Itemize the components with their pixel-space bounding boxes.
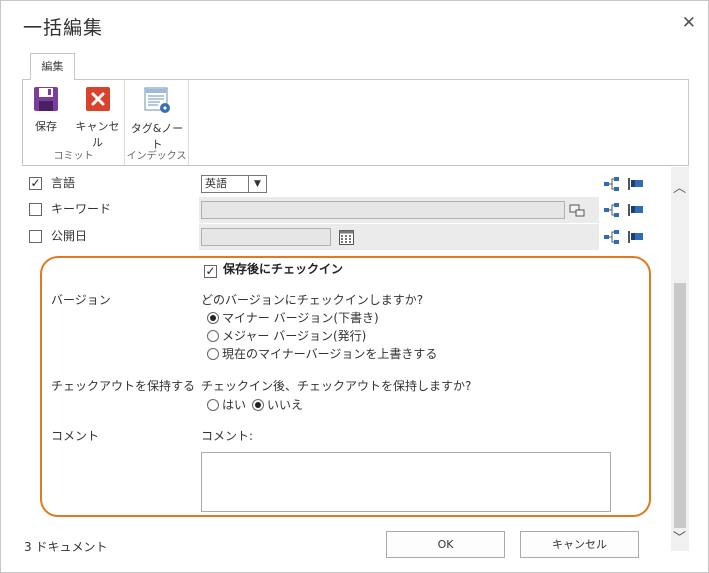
group-label-index: インデックス [126,151,187,162]
tag-list-icon [628,231,643,243]
term-browse-icon[interactable] [569,202,585,218]
version-question: どのバージョンにチェックインしますか? [201,293,424,307]
radio-label: メジャー バージョン(発行) [222,329,367,343]
ribbon: 保存 キャンセル コミット タグ&ノート インデックス [22,79,689,166]
cancel-ribbon-button[interactable]: キャンセル [71,86,124,150]
group-label-commit: コミット [53,151,94,162]
calendar-icon[interactable] [339,230,354,245]
checkin-after-save[interactable]: ✓ 保存後にチェックイン [204,260,344,278]
language-checkbox[interactable]: ✓ [29,177,42,190]
field-row-language: ✓ 言語 英語 ▼ [29,174,649,194]
ribbon-group-commit: 保存 キャンセル コミット [23,80,125,165]
field-row-keywords: キーワード [29,197,649,223]
cancel-label: キャンセル [75,120,120,149]
hierarchy-icon [604,203,619,217]
publish-date-input[interactable] [201,228,331,246]
hierarchy-icon [604,230,619,244]
keep-checkout-question: チェックイン後、チェックアウトを保持しますか? [201,379,472,393]
scroll-down-icon[interactable]: ﹀ [673,527,686,546]
scrollbar-thumb[interactable] [674,283,686,528]
keywords-label: キーワード [51,202,112,216]
checkin-checkbox[interactable]: ✓ [204,265,217,278]
ok-button[interactable]: OK [386,531,505,558]
save-icon [34,87,58,111]
publish-date-field-icons [604,230,643,244]
radio-label: いいえ [267,398,304,412]
language-select-value: 英語 [205,177,227,190]
radio-major-version[interactable]: メジャー バージョン(発行) [207,327,366,344]
cancel-button[interactable]: キャンセル [520,531,639,558]
cancel-icon [85,87,110,111]
tag-list-icon [628,204,643,216]
radio-dot [207,312,219,324]
checkin-header-label: 保存後にチェックイン [223,262,344,276]
radio-dot [207,348,219,360]
radio-label: マイナー バージョン(下書き) [222,311,379,325]
keywords-checkbox[interactable] [29,203,42,216]
document-count: 3 ドキュメント [24,540,108,554]
publish-date-checkbox[interactable] [29,230,42,243]
radio-keep-yes[interactable]: はい [207,396,246,413]
comment-label: コメント [51,429,100,443]
language-label: 言語 [51,176,76,190]
close-icon[interactable]: ✕ [682,13,696,33]
comment-textarea[interactable] [201,452,611,512]
radio-dot [252,399,264,411]
publish-date-label: 公開日 [51,229,88,243]
tags-notes-button[interactable]: タグ&ノート [129,86,185,152]
tag-list-icon [628,178,643,190]
ribbon-group-index: タグ&ノート インデックス [125,80,189,165]
radio-dot [207,399,219,411]
radio-label: はい [222,398,247,412]
radio-minor-version[interactable]: マイナー バージョン(下書き) [207,309,379,326]
radio-label: 現在のマイナーバージョンを上書きする [222,347,438,361]
dialog-title: 一括編集 [23,17,104,39]
keep-checkout-label: チェックアウトを保持する [51,379,196,393]
tab-edit[interactable]: 編集 [30,53,75,80]
tags-notes-icon [144,87,170,113]
radio-keep-no[interactable]: いいえ [252,396,303,413]
save-label: 保存 [35,120,57,133]
chevron-down-icon: ▼ [248,176,266,192]
field-row-publish-date: 公開日 [29,224,649,250]
language-select[interactable]: 英語 ▼ [201,175,267,193]
bulk-edit-dialog: 一括編集 ✕ 編集 保存 キャンセル コミット タグ&ノート インデックス ︿ … [0,0,709,573]
radio-overwrite-minor[interactable]: 現在のマイナーバージョンを上書きする [207,345,437,362]
scroll-up-icon[interactable]: ︿ [673,177,686,196]
radio-dot [207,330,219,342]
comment-field-label: コメント: [201,429,254,443]
scrollbar[interactable]: ︿ ﹀ [671,167,689,551]
language-field-icons [604,177,643,191]
keywords-field-icons [604,203,643,217]
save-button[interactable]: 保存 [33,86,59,134]
version-label: バージョン [51,293,111,307]
hierarchy-icon [604,177,619,191]
keywords-input[interactable] [201,201,565,219]
